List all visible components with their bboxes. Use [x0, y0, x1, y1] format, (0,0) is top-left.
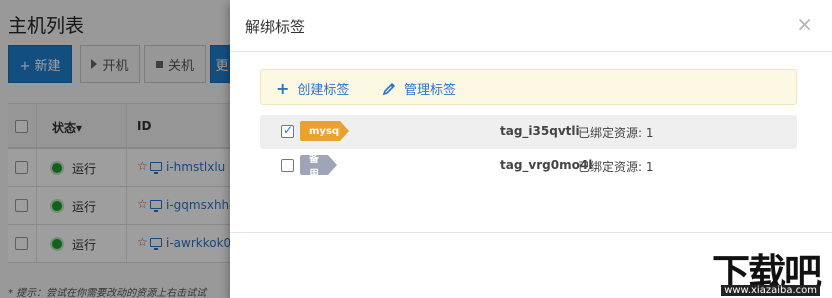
dialog-footer-divider — [230, 232, 832, 233]
watermark-url: www.xiazaiba.com — [721, 285, 820, 296]
dialog-title: 解绑标签 — [245, 18, 306, 36]
tag-row[interactable]: 备用 tag_vrg0mo4l 已绑定资源: 1 — [260, 149, 797, 183]
manage-tags-label: 管理标签 — [404, 83, 457, 98]
tag-checkbox[interactable] — [281, 123, 294, 138]
tag-label-badge: 备用 — [300, 154, 337, 180]
manage-tags-button[interactable]: 管理标签 — [382, 79, 456, 98]
tag-checkbox[interactable] — [281, 159, 294, 172]
tag-actions-bar: + 创建标签 管理标签 — [260, 69, 797, 105]
create-tag-label: 创建标签 — [297, 83, 350, 98]
tag-label-badge: mysql — [300, 121, 349, 141]
tag-id: tag_i35qvtli — [500, 124, 580, 138]
create-tag-button[interactable]: + 创建标签 — [276, 79, 349, 98]
dialog-header: 解绑标签 × — [230, 0, 832, 52]
bound-resources-count: 已绑定资源: 1 — [578, 126, 654, 140]
plus-icon: + — [276, 78, 290, 98]
close-icon[interactable]: × — [796, 12, 813, 36]
watermark-logo: 下载吧 www.xiazaiba.com — [690, 242, 826, 298]
pencil-icon — [382, 82, 396, 95]
bound-resources-count: 已绑定资源: 1 — [578, 160, 654, 174]
tag-row[interactable]: mysql tag_i35qvtli 已绑定资源: 1 — [260, 115, 797, 149]
